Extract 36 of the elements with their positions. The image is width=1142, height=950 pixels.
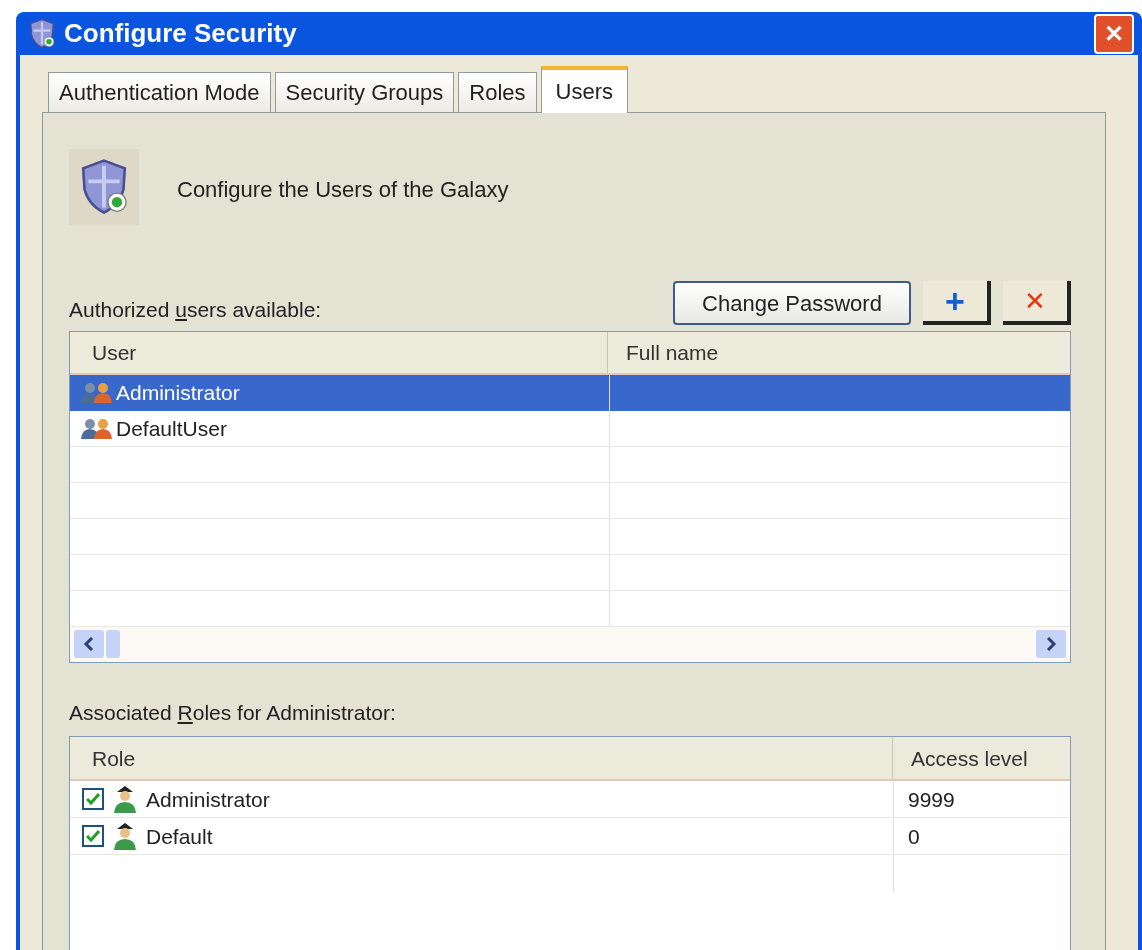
column-header[interactable]: User [70,332,608,374]
role-name: Administrator [146,786,270,813]
person-icon [112,821,138,852]
close-button[interactable]: ✕ [1094,13,1134,54]
tab[interactable]: Security Groups [274,72,455,112]
change-password-button[interactable]: Change Password [673,281,911,326]
users-icon [80,381,114,406]
tab[interactable]: Roles [458,72,537,112]
roles-label: Associated Roles for Administrator: [69,700,396,724]
role-name: Default [146,823,213,850]
person-icon [112,784,138,815]
user-name: Administrator [116,380,240,407]
add-button[interactable]: + [923,281,991,326]
shield-icon [28,18,56,49]
checkmark-icon [86,830,100,843]
user-name: DefaultUser [116,415,227,442]
column-header[interactable]: Access level [893,737,1070,780]
tab[interactable]: Authentication Mode [48,72,271,112]
scroll-left-icon[interactable] [74,630,104,659]
user-row[interactable]: Administrator [70,375,1070,412]
column-header[interactable]: Role [70,737,893,780]
access-level: 9999 [907,786,955,813]
column-header[interactable]: Full name [608,332,1070,374]
users-icon [80,416,114,441]
users-label: Authorized users available: [69,296,322,323]
window-title: Configure Security [64,17,298,50]
checkmark-icon [86,793,100,806]
header-text: Configure the Users of the Galaxy [177,176,509,204]
checkbox[interactable] [82,788,104,811]
tab[interactable]: Users [540,66,628,113]
scroll-right-icon[interactable] [1036,630,1066,659]
checkbox[interactable] [82,825,104,848]
user-row[interactable]: DefaultUser [70,411,1070,448]
horizontal-scrollbar[interactable] [70,626,1070,662]
scroll-thumb[interactable] [106,630,120,659]
access-level: 0 [907,823,920,850]
